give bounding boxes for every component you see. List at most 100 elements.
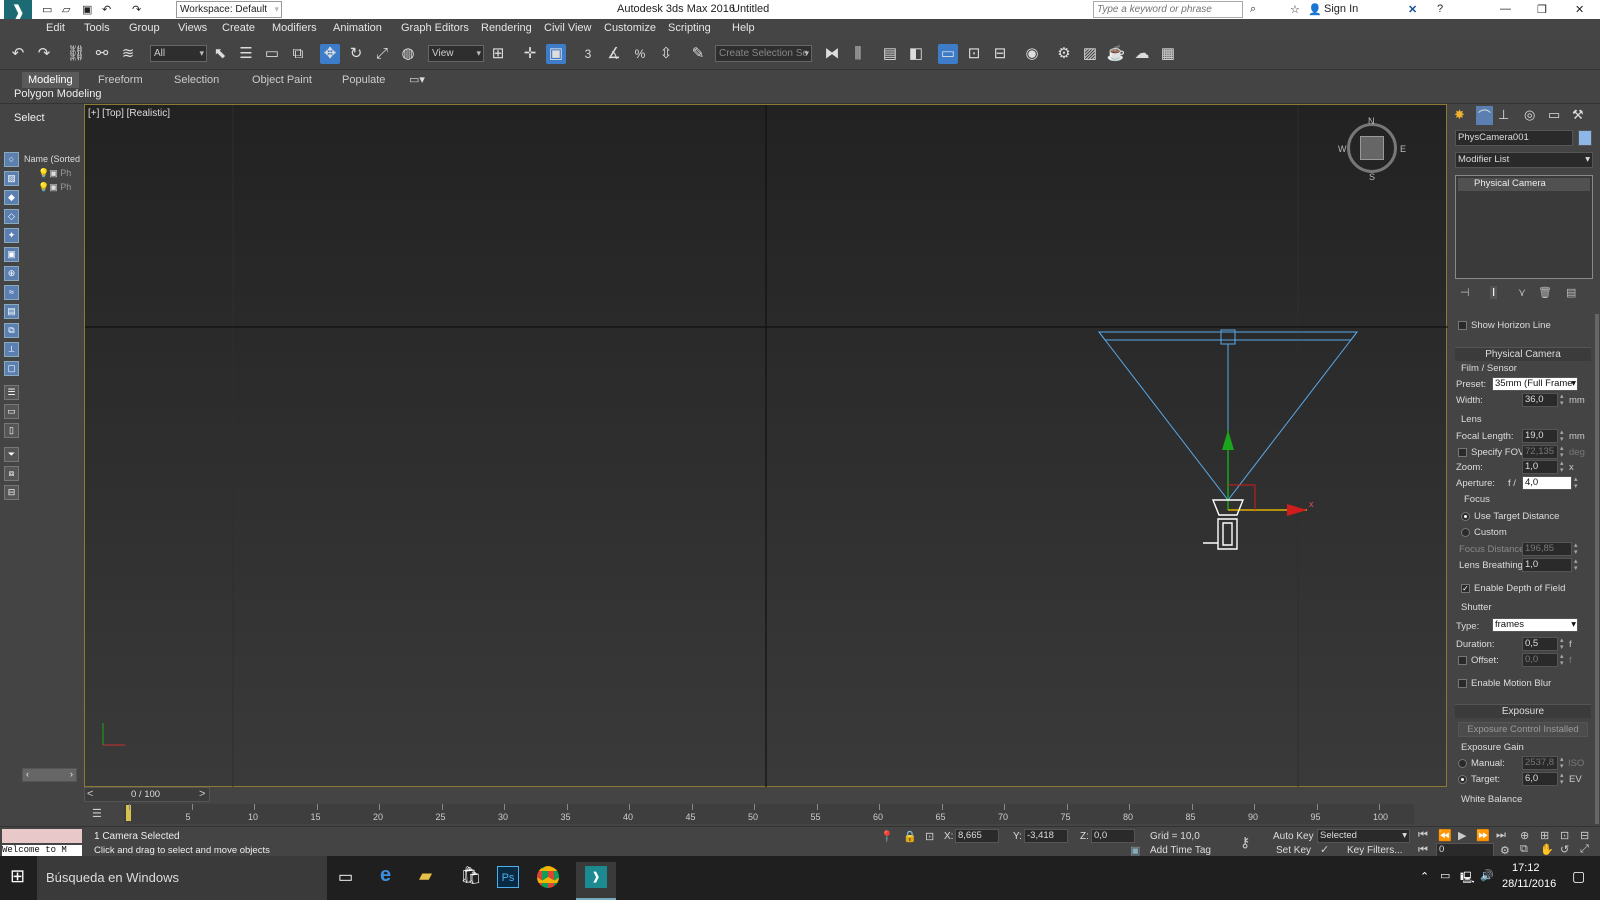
go-to-end-icon[interactable]: ⏭ — [1496, 829, 1506, 842]
zoom-extents-icon[interactable]: ⊡ — [1560, 829, 1569, 842]
manual-iso-spinner[interactable]: 2537,8 — [1522, 756, 1558, 770]
keyboard-shortcut-override-icon[interactable]: ▣ — [546, 44, 566, 64]
play-icon[interactable]: ▶ — [1458, 829, 1466, 842]
spinner-arrows-icon[interactable]: ▴ ▾ — [1574, 476, 1578, 490]
target-exposure-radio[interactable] — [1458, 775, 1467, 784]
spinner-arrows-icon[interactable]: ▴ ▾ — [1574, 558, 1578, 572]
action-center-icon[interactable]: ▢ — [1572, 868, 1585, 885]
ribbon-tab-selection[interactable]: Selection — [168, 72, 225, 88]
named-selection-set-dropdown[interactable]: Create Selection Se ▾ — [715, 45, 812, 62]
focal-length-spinner[interactable]: 19,0 — [1522, 429, 1558, 443]
windows-start-icon[interactable]: ⊞ — [10, 866, 25, 887]
render-setup-icon[interactable]: ⚙ — [1054, 44, 1074, 64]
configure-modifier-sets-icon[interactable]: ▤ — [1566, 286, 1576, 299]
help-search-input[interactable] — [1093, 1, 1243, 18]
maximize-icon[interactable]: ❐ — [1537, 3, 1547, 16]
reference-coordinate-dropdown[interactable]: View ▾ — [428, 45, 484, 62]
offset-checkbox[interactable] — [1458, 656, 1467, 665]
exchange-icon[interactable]: ✕ — [1408, 3, 1417, 16]
exposure-rollout-header[interactable]: Exposure — [1455, 704, 1591, 718]
ribbon-options-icon[interactable]: ▭▾ — [409, 73, 425, 86]
preset-dropdown[interactable]: 35mm (Full Frame ▾ — [1492, 377, 1578, 391]
spinner-arrows-icon[interactable]: ▴ ▾ — [1560, 445, 1564, 459]
target-ev-spinner[interactable]: 6,0 — [1522, 772, 1558, 786]
physical-camera-rollout-header[interactable]: Physical Camera — [1455, 347, 1591, 361]
scene-explorer-row[interactable]: 💡▣ Ph — [38, 182, 71, 193]
help-icon[interactable]: ? — [1437, 3, 1443, 15]
menu-civil-view[interactable]: Civil View — [544, 22, 591, 34]
explorer-options-icon[interactable]: ⊟ — [4, 485, 19, 500]
time-slider-next-icon[interactable]: > — [199, 788, 205, 800]
create-tab-icon[interactable]: ✸ — [1454, 107, 1465, 123]
close-icon[interactable]: ✕ — [1575, 3, 1584, 16]
offset-spinner[interactable]: 0,0 — [1522, 653, 1558, 667]
modifier-list-dropdown[interactable]: Modifier List ▾ — [1455, 152, 1593, 168]
display-cameras-icon[interactable]: ▣ — [4, 247, 19, 262]
make-unique-icon[interactable]: ⋎ — [1518, 286, 1526, 299]
zoom-spinner[interactable]: 1,0 — [1522, 460, 1558, 474]
object-name-field[interactable]: PhysCamera001 — [1455, 130, 1573, 146]
rectangular-selection-icon[interactable]: ▭ — [262, 44, 282, 64]
z-coordinate-field[interactable]: 0,0 — [1091, 829, 1135, 843]
user-icon[interactable]: 👤 — [1308, 3, 1322, 16]
enable-depth-of-field-checkbox[interactable]: ✓ — [1461, 584, 1470, 593]
object-color-swatch[interactable] — [1578, 130, 1592, 146]
material-editor-icon[interactable]: ◉ — [1022, 44, 1042, 64]
store-icon[interactable]: 🛍 — [460, 866, 482, 886]
specify-fov-checkbox[interactable] — [1458, 448, 1467, 457]
display-none-all-icon[interactable]: ▭ — [4, 404, 19, 419]
motion-tab-icon[interactable]: ◎ — [1524, 107, 1535, 123]
menu-create[interactable]: Create — [222, 22, 255, 34]
display-containers-icon[interactable]: ▢ — [4, 361, 19, 376]
minimize-icon[interactable]: — — [1500, 3, 1511, 15]
mirror-icon[interactable]: ⧓ — [822, 44, 842, 64]
star-icon[interactable]: ☆ — [1290, 3, 1300, 16]
spinner-arrows-icon[interactable]: ▴ ▾ — [1560, 772, 1564, 786]
duration-spinner[interactable]: 0,5 — [1522, 637, 1558, 651]
scene-explorer-select-tab[interactable]: Select — [14, 112, 45, 124]
quick-access-save-icon[interactable]: ▣ — [82, 3, 92, 16]
y-coordinate-field[interactable]: -3,418 — [1024, 829, 1068, 843]
pan-view-icon[interactable]: ✋ — [1540, 843, 1554, 856]
viewcube-west[interactable]: W — [1338, 144, 1347, 154]
viewport-top[interactable]: [+] [Top] [Realistic] x N S E W — [84, 104, 1448, 788]
file-explorer-icon[interactable]: ▰ — [419, 866, 432, 886]
filter-icon[interactable]: ⏷ — [4, 447, 19, 462]
light-bulb-icon[interactable]: 💡 — [38, 168, 49, 178]
add-time-tag[interactable]: Add Time Tag — [1150, 845, 1211, 856]
ribbon-tab-object-paint[interactable]: Object Paint — [246, 72, 318, 88]
current-frame-field[interactable]: 0 — [1436, 843, 1494, 857]
display-groups-icon[interactable]: ▤ — [4, 304, 19, 319]
utilities-tab-icon[interactable]: ⚒ — [1572, 107, 1584, 123]
menu-scripting[interactable]: Scripting — [668, 22, 711, 34]
menu-graph-editors[interactable]: Graph Editors — [401, 22, 469, 34]
tray-device-icon[interactable]: ▭ — [1440, 869, 1450, 882]
rotate-icon[interactable]: ↻ — [346, 44, 366, 64]
render-in-cloud-icon[interactable]: ☁ — [1132, 44, 1152, 64]
display-geometry-icon[interactable]: ◆ — [4, 190, 19, 205]
spinner-arrows-icon[interactable]: ▴ ▾ — [1560, 637, 1564, 651]
fov-spinner[interactable]: 72,135 — [1522, 445, 1558, 459]
scene-explorer-scrollbar[interactable]: ‹ › — [22, 768, 77, 782]
display-shapes-icon[interactable]: ◇ — [4, 209, 19, 224]
curve-editor-icon[interactable]: ⊡ — [964, 44, 984, 64]
toggle-ribbon-icon[interactable]: ▭ — [938, 44, 958, 64]
toggle-scene-explorer-icon[interactable]: ▤ — [880, 44, 900, 64]
binoculars-icon[interactable]: ⌕ — [1250, 3, 1256, 16]
use-target-distance-radio[interactable] — [1461, 512, 1470, 521]
key-mode-dropdown[interactable]: Selected ▾ — [1317, 829, 1410, 843]
key-filters-button[interactable]: Key Filters... — [1347, 845, 1403, 856]
select-toggle-icon[interactable]: ○ — [4, 152, 19, 167]
place-icon[interactable]: ◍ — [398, 44, 418, 64]
ribbon-tab-populate[interactable]: Populate — [336, 72, 391, 88]
display-xrefs-icon[interactable]: ⧉ — [4, 323, 19, 338]
window-crossing-icon[interactable]: ⧉ — [288, 44, 308, 64]
scene-explorer-column-header[interactable]: Name (Sorted — [24, 154, 80, 164]
workspace-dropdown[interactable]: Workspace: Default ▾ — [176, 1, 282, 18]
layer-icon[interactable]: ⧈ — [4, 466, 19, 481]
previous-frame-icon[interactable]: ⏪ — [1438, 829, 1452, 842]
task-view-icon[interactable]: ▭ — [338, 867, 353, 887]
enable-motion-blur-checkbox[interactable] — [1458, 679, 1467, 688]
scale-icon[interactable]: ⤢ — [372, 44, 392, 64]
chrome-icon[interactable] — [537, 866, 559, 888]
